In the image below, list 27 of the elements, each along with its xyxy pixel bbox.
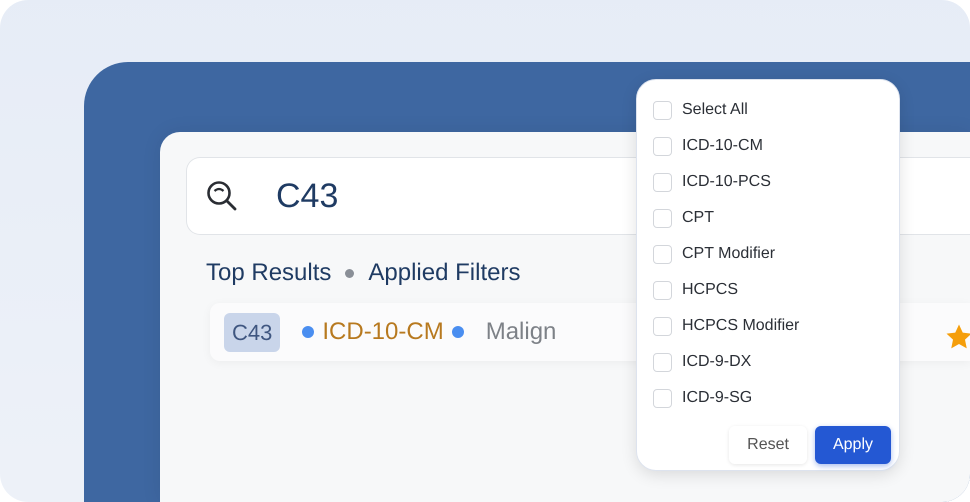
tab[interactable]: Top Results: [206, 255, 332, 291]
code-system: ICD-10-CM: [322, 317, 444, 347]
separator-dot: [345, 268, 354, 278]
checkbox[interactable]: [653, 352, 672, 372]
checkbox[interactable]: [653, 208, 672, 228]
option-label: ICD-9-SG: [682, 388, 752, 408]
option-label: ICD-10-PCS: [682, 172, 771, 192]
dot-icon: [452, 326, 464, 338]
option-label: ICD-10-CM: [682, 136, 763, 156]
checkbox[interactable]: [653, 100, 672, 120]
option-label: CPT: [682, 208, 714, 228]
reset-button[interactable]: Reset: [729, 426, 807, 464]
checkbox[interactable]: [653, 172, 672, 192]
tab[interactable]: Applied Filters: [368, 255, 520, 291]
dot-icon: [302, 326, 314, 338]
checkbox[interactable]: [653, 388, 672, 408]
apply-button[interactable]: Apply: [814, 426, 891, 464]
option-label: HCPCS Modifier: [682, 316, 800, 336]
checkbox[interactable]: [653, 244, 672, 264]
option-label: CPT Modifier: [682, 244, 776, 264]
checkbox[interactable]: [653, 280, 672, 300]
result-description: Malign: [486, 317, 556, 347]
option-label: Select All: [682, 100, 748, 120]
checkbox[interactable]: [653, 316, 672, 336]
code-badge: C43: [224, 312, 280, 352]
checkbox[interactable]: [653, 136, 672, 156]
option-label: HCPCS: [682, 280, 738, 300]
